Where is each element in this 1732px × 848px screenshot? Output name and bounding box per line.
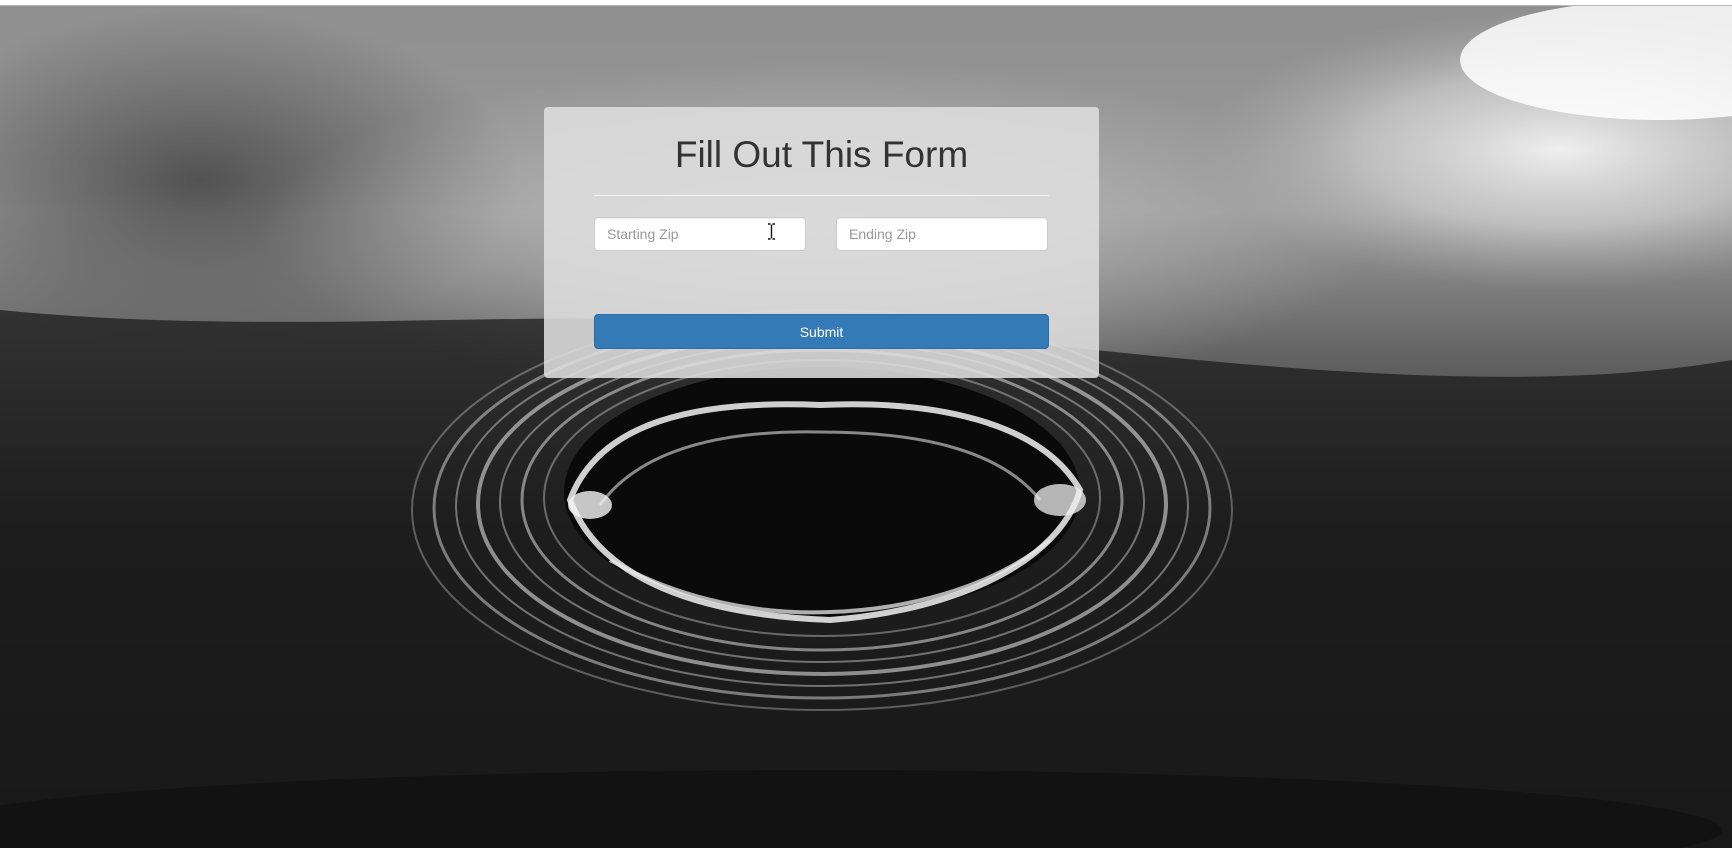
browser-top-edge	[0, 0, 1732, 6]
form-card: Fill Out This Form Submit	[544, 107, 1099, 378]
page: Fill Out This Form Submit	[0, 0, 1732, 848]
starting-zip-input[interactable]	[594, 217, 806, 251]
ending-zip-input[interactable]	[836, 217, 1048, 251]
title-divider	[594, 195, 1049, 196]
form-title: Fill Out This Form	[674, 134, 969, 175]
submit-button[interactable]: Submit	[594, 314, 1049, 349]
